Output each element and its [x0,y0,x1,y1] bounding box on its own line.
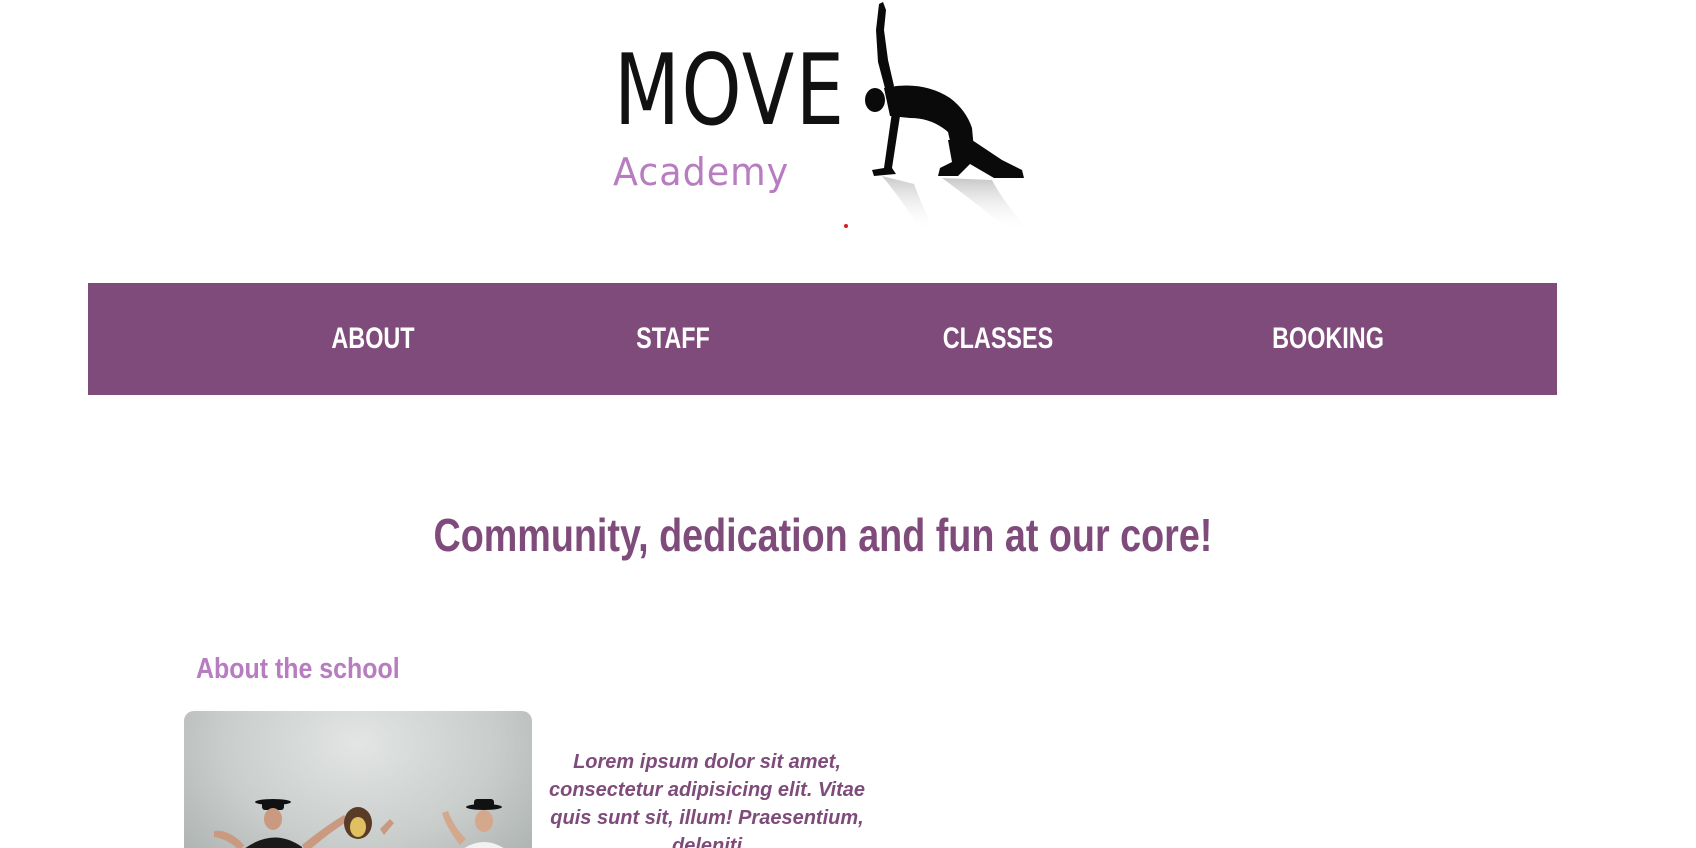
nav-item-about[interactable]: ABOUT [303,283,443,395]
logo-subtitle: Academy [613,150,790,194]
about-title: About the school [196,653,400,685]
nav-item-booking[interactable]: BOOKING [1250,283,1406,395]
about-photo [184,711,532,848]
logo-dot [844,224,848,228]
page: MOVE Academy ABOUT STAFF CLASSES BOOKING… [0,0,1696,848]
site-logo[interactable]: MOVE Academy [610,0,1040,235]
nav-item-classes[interactable]: CLASSES [920,283,1076,395]
page-headline: Community, dedication and fun at our cor… [0,508,1645,563]
nav-item-staff[interactable]: STAFF [615,283,732,395]
about-text: Lorem ipsum dolor sit amet, consectetur … [548,751,865,848]
dancer-silhouette-icon [862,0,1037,235]
logo-title: MOVE [614,34,846,148]
headline-text: Community, dedication and fun at our cor… [433,509,1212,561]
main-nav: ABOUT STAFF CLASSES BOOKING [88,283,1557,395]
